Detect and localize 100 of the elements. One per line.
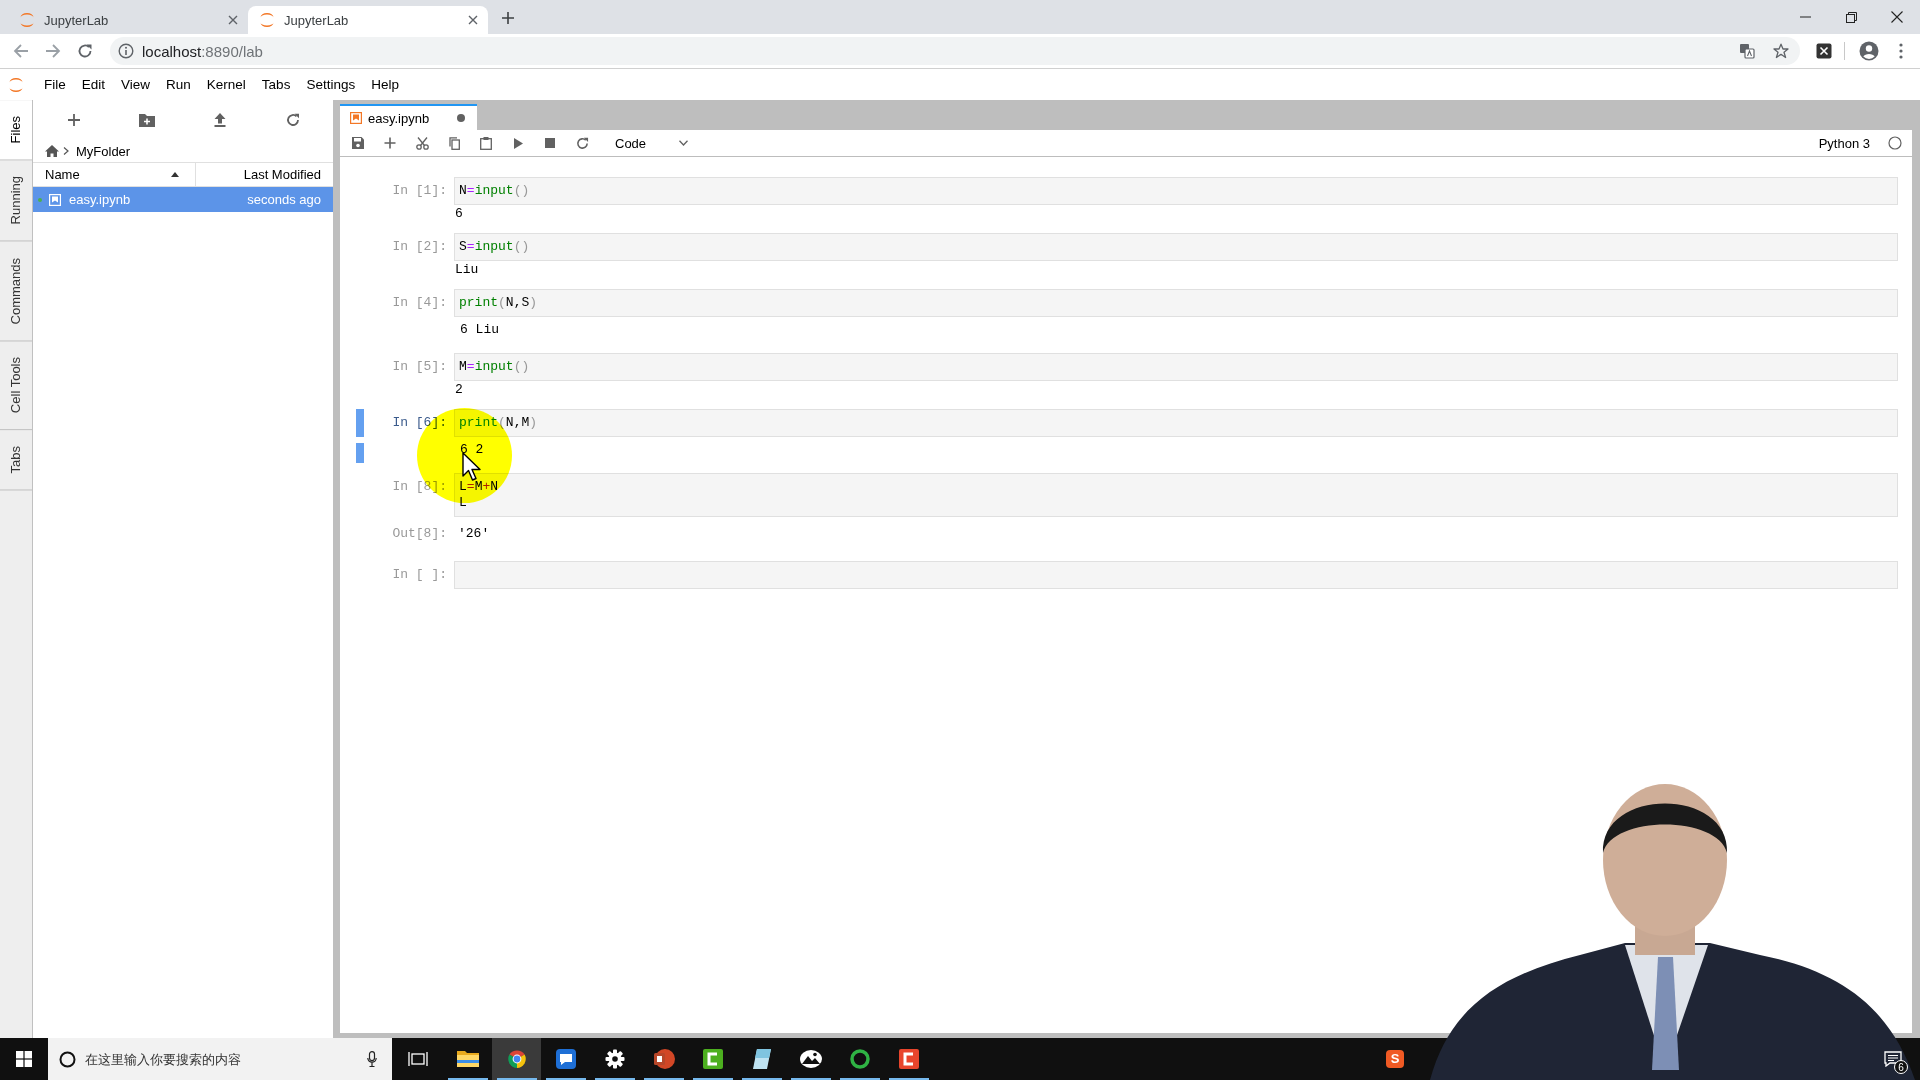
windows-logo-icon (16, 1051, 32, 1067)
account-icon[interactable] (1859, 41, 1879, 61)
square-stop-icon (545, 138, 555, 148)
code-line: M=input() (459, 359, 530, 375)
code-input[interactable]: print(N,S) (454, 289, 1898, 317)
plus-icon (501, 11, 515, 25)
menu-item[interactable]: Tabs (253, 69, 299, 100)
notebook-tab[interactable]: easy.ipynb (340, 104, 477, 130)
code-input[interactable]: S=input() (454, 233, 1898, 261)
stream-output: 6 Liu (459, 321, 500, 339)
code-input[interactable]: N=input() (454, 177, 1898, 205)
code-line: S=input() (459, 239, 530, 255)
upload-icon (213, 113, 226, 127)
sidebar-tab[interactable]: Cell Tools (0, 341, 32, 431)
restore-icon (1845, 11, 1857, 23)
column-header[interactable]: Last Modified (196, 163, 333, 186)
translate-icon[interactable] (1739, 43, 1755, 59)
notebook-file-icon (49, 193, 61, 206)
app-logo-icon (19, 11, 35, 29)
microphone-icon[interactable] (367, 1051, 377, 1067)
plus-icon (384, 137, 396, 149)
settings-icon (604, 1049, 625, 1069)
input-echo-text: 2 (454, 381, 464, 399)
browser-icon (505, 1048, 528, 1070)
menu-item[interactable]: View (113, 69, 159, 100)
sidebar-tab[interactable]: Running (0, 160, 32, 242)
search-field[interactable]: 在这里输入你要搜索的内容 (85, 1049, 358, 1069)
scissors-icon (415, 136, 429, 150)
info-icon (118, 43, 134, 59)
address-bar[interactable]: localhost:8890/lab (110, 37, 1800, 65)
taskbar-button[interactable] (492, 1038, 541, 1080)
home-icon[interactable] (45, 145, 59, 157)
bracket-tile-icon (897, 1048, 920, 1070)
arrow-right-icon (45, 43, 61, 59)
refresh-icon (285, 113, 300, 127)
note-sheet-icon (750, 1048, 773, 1070)
active-cell-marker[interactable] (356, 443, 364, 463)
star-icon[interactable] (1773, 43, 1789, 59)
save-icon (352, 137, 364, 149)
code-input[interactable]: M=input() (454, 353, 1898, 381)
bracket-tile-icon (701, 1048, 724, 1070)
menu-item[interactable]: File (36, 69, 74, 100)
menu-item[interactable]: Settings (298, 69, 364, 100)
stream-output: 6 2 (459, 441, 485, 459)
refresh-icon (575, 136, 589, 150)
column-header[interactable]: Name (33, 163, 196, 186)
menu-item[interactable]: Run (158, 69, 199, 100)
presentation-icon (651, 1048, 676, 1070)
code-line: N=input() (459, 183, 530, 199)
breadcrumb-folder[interactable]: MyFolder (76, 143, 131, 159)
kernel-name[interactable]: Python 3 (1818, 135, 1870, 151)
url-text: localhost:8890/lab (142, 42, 263, 60)
minimize-icon (1799, 16, 1811, 18)
sidebar-tab[interactable]: Tabs (0, 430, 32, 491)
menu-item[interactable]: Help (363, 69, 407, 100)
sort-caret-icon (171, 172, 179, 177)
browser-tab[interactable]: JupyterLab (8, 6, 248, 34)
input-prompt: In [ ]: (392, 566, 447, 584)
close-icon (1891, 11, 1903, 23)
input-echo-text: 6 (454, 205, 464, 223)
arrow-left-icon (13, 43, 29, 59)
result-output: '26' (457, 525, 491, 543)
code-line: L=M+N (459, 479, 499, 495)
cell-type-dropdown[interactable]: Code (606, 132, 698, 154)
circle-icon (59, 1050, 76, 1068)
folder-plus-icon (138, 113, 155, 127)
input-echo-text: Liu (454, 261, 480, 279)
file-name: easy.ipynb (69, 192, 131, 207)
close-icon[interactable] (468, 15, 478, 25)
copy-icon (448, 136, 460, 150)
app-logo-icon (259, 11, 275, 29)
mouse-pointer-icon (462, 452, 482, 482)
browser-tab[interactable]: JupyterLab (248, 6, 488, 34)
clipboard-icon (480, 136, 492, 150)
code-line: print(N,M) (459, 415, 538, 431)
input-prompt: In [2]: (392, 238, 447, 256)
code-input[interactable] (454, 561, 1898, 589)
output-prompt: Out[8]: (392, 525, 447, 543)
folder-icon (455, 1049, 480, 1069)
search-bar[interactable]: 在这里输入你要搜索的内容 (48, 1038, 392, 1080)
chevron-right-icon (63, 147, 69, 155)
code-line: print(N,S) (459, 295, 538, 311)
menu-item[interactable]: Kernel (198, 69, 254, 100)
chevron-down-icon (679, 140, 688, 146)
task-view-icon (407, 1051, 428, 1067)
input-prompt: In [4]: (392, 294, 447, 312)
mountain-icon (798, 1049, 823, 1069)
close-icon[interactable] (228, 15, 238, 25)
reload-icon (77, 43, 93, 59)
sidebar-tab[interactable]: Files (0, 100, 32, 161)
menu-dots-icon[interactable] (1899, 43, 1903, 59)
input-prompt: In [1]: (392, 182, 447, 200)
x-square-icon[interactable] (1816, 43, 1832, 59)
active-cell-marker[interactable] (356, 409, 364, 437)
sidebar-tab[interactable]: Commands (0, 241, 32, 342)
notebook-file-icon (350, 112, 362, 124)
plus-icon (66, 113, 81, 127)
input-prompt: In [5]: (392, 358, 447, 376)
menu-item[interactable]: Edit (73, 69, 114, 100)
play-icon (513, 137, 523, 149)
